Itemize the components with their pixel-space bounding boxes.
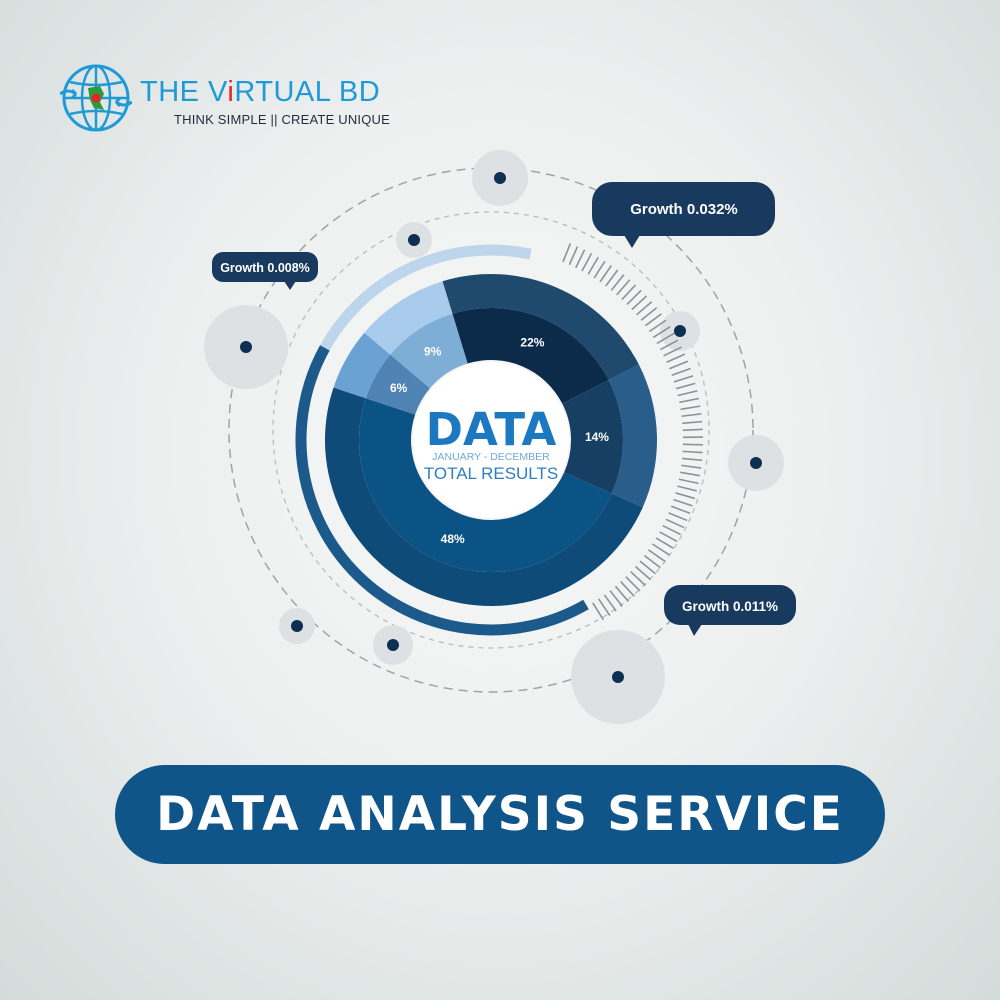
scale-tick bbox=[592, 602, 605, 621]
scale-tick bbox=[666, 353, 686, 363]
scale-tick bbox=[655, 537, 674, 549]
scale-tick bbox=[682, 457, 703, 462]
scale-tick bbox=[662, 524, 682, 536]
scale-tick bbox=[670, 505, 691, 514]
callout-growth-left: Growth 0.008% bbox=[212, 252, 318, 290]
scale-tick bbox=[668, 512, 688, 522]
callout-text: Growth 0.011% bbox=[682, 599, 778, 614]
orbit-marker-dot bbox=[750, 457, 762, 469]
scale-tick bbox=[593, 260, 606, 279]
scale-tick bbox=[673, 375, 694, 383]
scale-tick bbox=[682, 428, 703, 432]
scale-tick bbox=[677, 485, 697, 492]
center-title: DATA bbox=[426, 403, 557, 456]
orbit-marker-dot bbox=[494, 172, 506, 184]
scale-tick bbox=[671, 367, 691, 377]
slice-label: 14% bbox=[585, 430, 609, 444]
scale-tick bbox=[677, 390, 698, 397]
service-banner: DATA ANALYSIS SERVICE bbox=[115, 765, 885, 864]
center-caption: TOTAL RESULTS bbox=[424, 464, 558, 483]
scale-tick bbox=[587, 256, 599, 275]
scale-tick bbox=[575, 249, 586, 269]
scale-tick bbox=[678, 478, 699, 485]
callout-pointer bbox=[688, 624, 702, 636]
scale-tick bbox=[659, 531, 678, 543]
callout-growth-top-right: Growth 0.032% bbox=[592, 182, 775, 248]
scale-tick bbox=[673, 498, 693, 507]
center-subtitle: JANUARY - DECEMBER bbox=[432, 451, 550, 463]
scale-tick bbox=[680, 471, 701, 477]
scale-tick bbox=[651, 543, 670, 556]
orbit-marker-dot bbox=[408, 234, 420, 246]
scale-tick bbox=[681, 413, 702, 418]
scale-tick bbox=[665, 518, 685, 529]
orbit-marker-dot bbox=[612, 671, 624, 683]
service-banner-title: DATA ANALYSIS SERVICE bbox=[156, 787, 844, 842]
callout-growth-bottom-right: Growth 0.011% bbox=[664, 585, 796, 636]
orbit-marker-dot bbox=[291, 620, 303, 632]
scale-tick bbox=[680, 405, 701, 411]
orbit-marker-dot bbox=[387, 639, 399, 651]
slice-label: 48% bbox=[441, 532, 465, 546]
scale-tick bbox=[668, 360, 689, 370]
slice-label: 6% bbox=[390, 381, 408, 395]
poster: THE ViRTUAL BD THINK SIMPLE || CREATE UN… bbox=[0, 0, 1000, 1000]
orbit-marker-dot bbox=[240, 341, 252, 353]
scale-tick bbox=[581, 252, 593, 272]
callout-text: Growth 0.032% bbox=[630, 201, 738, 218]
scale-tick bbox=[682, 420, 703, 425]
orbit-marker-dot bbox=[674, 325, 686, 337]
slice-label: 9% bbox=[424, 344, 442, 358]
scale-tick bbox=[568, 246, 579, 266]
callout-text: Growth 0.008% bbox=[220, 261, 310, 275]
scale-tick bbox=[675, 492, 696, 500]
scale-tick bbox=[675, 382, 696, 390]
scale-tick bbox=[562, 243, 572, 263]
slice-label: 22% bbox=[520, 335, 544, 349]
scale-tick bbox=[681, 464, 702, 469]
callout-pointer bbox=[284, 281, 296, 290]
scale-tick bbox=[679, 397, 700, 404]
scale-tick bbox=[597, 598, 611, 616]
scale-tick bbox=[682, 450, 703, 454]
callout-pointer bbox=[624, 235, 640, 248]
